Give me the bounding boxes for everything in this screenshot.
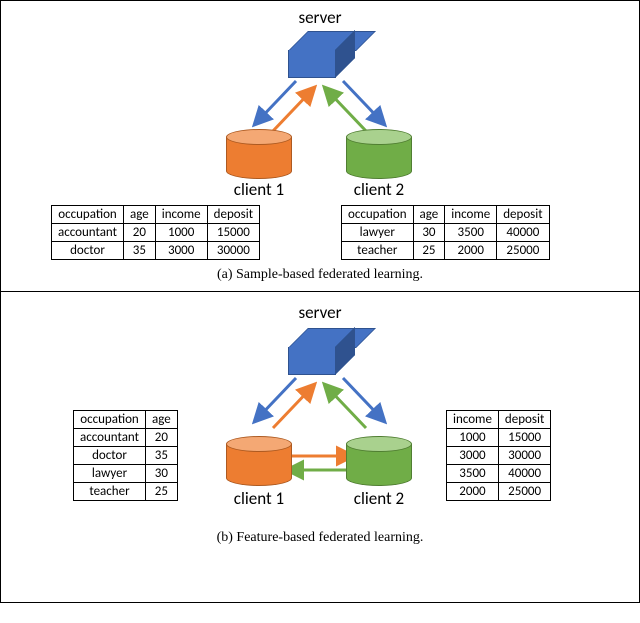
table-a-client2: occupation age income deposit lawyer 30 …: [341, 205, 550, 260]
td: 35: [146, 447, 178, 465]
td: 25: [146, 483, 178, 501]
td: 20: [146, 429, 178, 447]
th: age: [146, 411, 178, 429]
td: lawyer: [342, 224, 414, 242]
th: occupation: [52, 206, 124, 224]
client1-icon: [226, 436, 292, 484]
th: age: [124, 206, 156, 224]
caption-a: (a) Sample-based federated learning.: [1, 267, 639, 283]
td: 15000: [207, 224, 259, 242]
panel-sample-based: server client 1 client 2 occupation: [1, 1, 639, 291]
td: doctor: [74, 447, 146, 465]
th: deposit: [498, 411, 550, 429]
td: 25: [413, 242, 445, 260]
th: deposit: [207, 206, 259, 224]
client1-icon: [226, 129, 292, 177]
td: 1000: [447, 429, 499, 447]
td: 25000: [498, 483, 550, 501]
td: teacher: [342, 242, 414, 260]
client1-label-b: client 1: [219, 488, 299, 509]
th: income: [445, 206, 497, 224]
th: occupation: [342, 206, 414, 224]
server-label-a: server: [1, 7, 639, 28]
td: 40000: [498, 465, 550, 483]
table-b-client2: income deposit 100015000 300030000 35004…: [446, 410, 551, 501]
th: deposit: [497, 206, 549, 224]
client2-label-a: client 2: [339, 179, 419, 200]
td: doctor: [52, 242, 124, 260]
td: 35: [124, 242, 156, 260]
td: 30000: [498, 447, 550, 465]
th: occupation: [74, 411, 146, 429]
td: 30: [146, 465, 178, 483]
th: income: [447, 411, 499, 429]
panel-feature-based: server client 1 client 2 occupation age …: [1, 292, 639, 602]
td: 20: [124, 224, 156, 242]
td: 15000: [498, 429, 550, 447]
client1-label-a: client 1: [219, 179, 299, 200]
td: 30000: [207, 242, 259, 260]
td: 30: [413, 224, 445, 242]
td: 25000: [497, 242, 549, 260]
td: 1000: [155, 224, 207, 242]
td: accountant: [52, 224, 124, 242]
figure-container: server client 1 client 2 occupation: [0, 0, 640, 603]
table-a-client1: occupation age income deposit accountant…: [51, 205, 260, 260]
td: 3500: [445, 224, 497, 242]
client2-icon: [346, 129, 412, 177]
td: 40000: [497, 224, 549, 242]
server-label-b: server: [1, 302, 639, 323]
td: 2000: [445, 242, 497, 260]
client2-label-b: client 2: [339, 488, 419, 509]
td: 3000: [447, 447, 499, 465]
td: 3000: [155, 242, 207, 260]
table-b-client1: occupation age accountant20 doctor35 law…: [73, 410, 178, 501]
client2-icon: [346, 436, 412, 484]
td: 3500: [447, 465, 499, 483]
td: teacher: [74, 483, 146, 501]
server-icon: [288, 328, 356, 376]
th: age: [413, 206, 445, 224]
td: 2000: [447, 483, 499, 501]
td: accountant: [74, 429, 146, 447]
caption-b: (b) Feature-based federated learning.: [1, 530, 639, 546]
th: income: [155, 206, 207, 224]
td: lawyer: [74, 465, 146, 483]
server-icon: [288, 31, 356, 79]
